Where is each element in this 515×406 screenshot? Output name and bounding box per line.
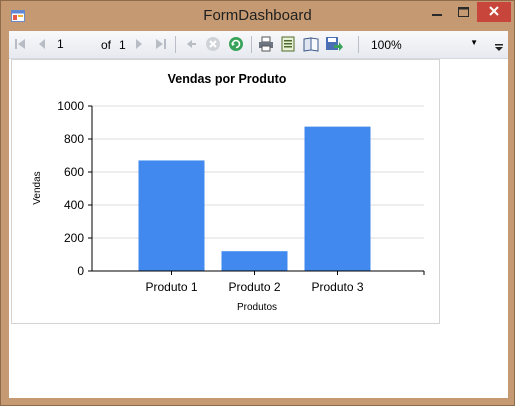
close-icon [489,3,499,21]
bar-chart: Vendas por Produto Vendas Produtos 0 200 4… [32,72,425,313]
toolbar-separator [175,36,176,53]
print-layout-icon[interactable] [279,35,297,53]
export-icon[interactable] [325,35,343,53]
minimize-button[interactable] [423,2,450,22]
x-tick-label: Produto 1 [145,280,197,294]
report-page: Vendas por Produto Vendas Produtos 0 200 4… [9,59,508,398]
title-bar[interactable]: FormDashboard [1,1,514,31]
print-icon[interactable] [257,35,275,53]
bar [304,126,371,271]
first-page-icon[interactable] [11,35,29,53]
report-viewer: of 1 [9,31,508,398]
back-icon[interactable] [182,35,200,53]
chevron-down-icon: ▼ [470,38,478,47]
total-pages-label: 1 [119,38,126,52]
toolbar-overflow-icon[interactable] [493,41,505,55]
last-page-icon[interactable] [152,35,170,53]
y-tick-label: 800 [64,132,84,146]
stop-icon[interactable] [204,35,222,53]
report-toolbar: of 1 [9,31,508,59]
toolbar-separator [358,36,359,53]
toolbar-separator [251,36,252,53]
chart-container: Vendas por Produto Vendas Produtos 0 200 4… [11,59,440,324]
refresh-icon[interactable] [227,35,245,53]
y-tick-label: 600 [64,165,84,179]
y-tick-label: 400 [64,198,84,212]
zoom-dropdown[interactable]: 100% ▼ [365,35,481,54]
zoom-value: 100% [371,38,402,52]
page-of-label: of [101,38,112,52]
page-setup-icon[interactable] [302,35,320,53]
chart-title: Vendas por Produto [168,72,287,86]
next-page-icon[interactable] [130,35,148,53]
x-tick-label: Produto 3 [311,280,363,294]
y-tick-label: 0 [77,264,84,278]
x-axis-label: Produtos [237,302,277,313]
maximize-button[interactable] [450,2,477,22]
previous-page-icon[interactable] [33,35,51,53]
x-tick-label: Produto 2 [228,280,280,294]
y-tick-label: 1000 [57,99,84,113]
application-window: FormDashboard of 1 [0,0,515,406]
current-page-input[interactable] [53,35,97,53]
y-tick-label: 200 [64,231,84,245]
y-axis-label: Vendas [32,171,43,204]
close-button[interactable] [477,2,511,22]
bar [221,251,288,271]
bar [138,160,205,271]
